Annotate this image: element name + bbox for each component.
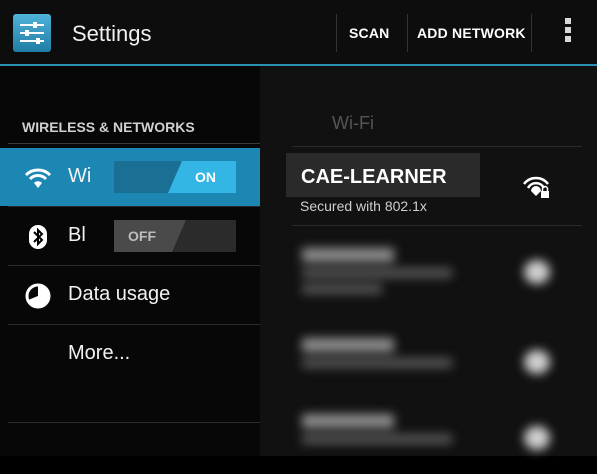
settings-sliders-icon[interactable]	[13, 14, 51, 52]
overflow-menu-icon[interactable]	[561, 18, 575, 48]
divider	[531, 14, 532, 52]
section-header-wireless: WIRELESS & NETWORKS	[22, 119, 195, 135]
toggle-state-label: OFF	[128, 228, 156, 244]
scan-button[interactable]: SCAN	[349, 25, 389, 41]
wifi-icon	[24, 164, 52, 192]
settings-sidebar: WIRELESS & NETWORKS Wi ON Bl OFF Data us…	[0, 66, 260, 456]
network-status: Secured with 802.1x	[300, 198, 427, 214]
add-network-button[interactable]: ADD NETWORK	[417, 25, 526, 41]
sidebar-item-label: Data usage	[68, 283, 171, 305]
toggle-state-label: ON	[195, 169, 216, 185]
divider	[8, 143, 260, 144]
divider	[8, 422, 260, 423]
network-list-item-blurred[interactable]	[296, 404, 586, 474]
sidebar-item-data-usage[interactable]: Data usage	[0, 266, 260, 324]
app-title: Settings	[72, 21, 152, 46]
divider	[336, 14, 337, 52]
sidebar-item-bluetooth[interactable]: Bl OFF	[0, 207, 260, 265]
sidebar-item-label: More...	[68, 342, 131, 364]
sidebar-item-wifi[interactable]: Wi ON	[0, 148, 260, 206]
divider	[292, 225, 582, 226]
bluetooth-toggle[interactable]: OFF	[114, 220, 236, 252]
network-list-item-blurred[interactable]	[296, 238, 586, 308]
action-bar: Settings SCAN ADD NETWORK	[0, 0, 597, 66]
network-list-item-blurred[interactable]	[296, 328, 586, 398]
network-ssid[interactable]: CAE-LEARNER	[301, 166, 447, 189]
sidebar-item-more[interactable]: More...	[0, 325, 260, 383]
bluetooth-icon	[24, 223, 52, 251]
divider	[292, 146, 582, 147]
wifi-signal-locked-icon	[523, 176, 551, 200]
data-usage-icon	[24, 282, 52, 310]
divider	[407, 14, 408, 52]
sidebar-item-label: Bl	[68, 224, 86, 246]
wifi-panel-title: Wi-Fi	[332, 113, 374, 133]
wifi-panel: Wi-Fi CAE-LEARNER Secured with 802.1x	[260, 66, 597, 456]
sidebar-item-label: Wi	[68, 165, 92, 187]
wifi-toggle[interactable]: ON	[114, 161, 236, 193]
